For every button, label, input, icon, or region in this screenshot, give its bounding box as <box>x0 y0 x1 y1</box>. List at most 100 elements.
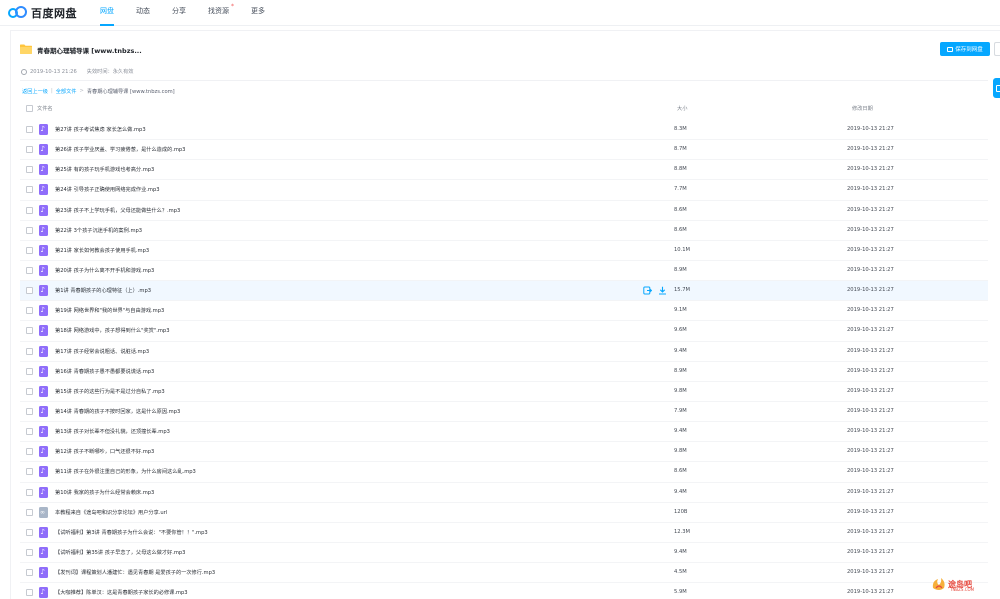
file-name[interactable]: 【试听福利】第35讲 孩子早恋了，父母这么做才好.mp3 <box>55 549 185 556</box>
row-checkbox[interactable] <box>26 528 33 536</box>
row-checkbox[interactable] <box>26 367 33 375</box>
logo[interactable]: 百度网盘 <box>8 4 77 22</box>
row-checkbox[interactable] <box>26 287 33 295</box>
row-checkbox[interactable] <box>26 307 33 315</box>
file-size: 8.3M <box>674 126 687 132</box>
file-row[interactable]: 第14讲 青春期的孩子不按时回家，这是什么原因.mp3 7.9M 2019-10-1… <box>20 402 988 423</box>
file-size: 9.8M <box>674 387 687 394</box>
row-checkbox[interactable] <box>26 206 33 214</box>
row-checkbox[interactable] <box>26 166 33 174</box>
file-row[interactable]: 【试听福利】第35讲 孩子早恋了，父母这么做才好.mp3 9.4M 2019-10-… <box>20 543 988 564</box>
file-row[interactable]: 第22讲 3个孩子沉迷手机的案例.mp3 8.6M 2019-10-13 21:27 <box>20 221 988 241</box>
row-checkbox[interactable] <box>26 448 33 456</box>
file-name[interactable]: 第13讲 孩子对长辈不但没礼貌，还顶撞长辈.mp3 <box>55 428 170 435</box>
row-checkbox[interactable] <box>26 146 33 154</box>
breadcrumb-back-link[interactable]: 返回上一级 <box>22 88 48 95</box>
file-size: 8.6M <box>674 226 687 233</box>
side-float-tab[interactable] <box>993 78 1000 98</box>
file-row[interactable]: 第10讲 我家的孩子为什么经常会赖床.mp3 9.4M 2019-10-13 21:… <box>20 483 988 503</box>
file-name[interactable]: 第26讲 孩子学业厌盖、学习疲倦葱，是什么造成的.mp3 <box>55 146 185 153</box>
audio-file-icon <box>39 446 48 458</box>
file-name[interactable]: 第21讲 家长如何教会孩子使用手机.mp3 <box>55 247 149 254</box>
file-name[interactable]: 第22讲 3个孩子沉迷手机的案例.mp3 <box>55 227 142 234</box>
file-name[interactable]: 本教程来自《途岛吧和识分享论坛》用户分享.url <box>55 509 167 516</box>
file-name[interactable]: 第25讲 有的孩子玩手机游戏也考高分.mp3 <box>55 166 154 173</box>
file-name[interactable]: 第23讲 孩子不上学玩手机，父母还能做些什么？.mp3 <box>55 207 180 214</box>
file-row[interactable]: 第15讲 孩子的这些行为是不是过分自私了.mp3 9.8M 2019-10-13 2… <box>20 382 988 402</box>
row-checkbox[interactable] <box>26 126 33 133</box>
file-name[interactable]: 第11讲 孩子在外很注重自己的形象，为什么房间这么乱.mp3 <box>55 468 196 475</box>
breadcrumb-all-files-link[interactable]: 全部文件 <box>56 88 77 95</box>
file-size: 5.9M <box>674 589 687 596</box>
watermark-icon <box>932 578 945 590</box>
file-row[interactable]: 第17讲 孩子经常会说粗话、说脏话.mp3 9.4M 2019-10-13 21:2… <box>20 342 988 362</box>
nav-item-activity[interactable]: 动态 <box>136 0 150 26</box>
column-header-date[interactable]: 修改日期 <box>852 105 873 112</box>
row-checkbox[interactable] <box>26 508 33 516</box>
row-checkbox[interactable] <box>26 266 33 274</box>
file-row[interactable]: 第16讲 青春期孩子愚不愚都要说谎话.mp3 8.9M 2019-10-13 21:… <box>20 362 988 382</box>
file-row[interactable]: 第18讲 网络游戏中，孩子想得到什么"奖赏".mp3 9.6M 2019-10-13… <box>20 321 988 342</box>
file-name[interactable]: 【试听福利】第3讲 青春期孩子为什么会说："不要你管！！".mp3 <box>55 529 208 536</box>
file-size: 15.7M <box>674 287 691 294</box>
file-name[interactable]: 【大咖推荐】陈单汉：这是青春期孩子家长的必修课.mp3 <box>55 589 188 596</box>
file-size: 8.6M <box>674 206 687 213</box>
file-row[interactable]: 第26讲 孩子学业厌盖、学习疲倦葱，是什么造成的.mp3 8.7M 2019-10-… <box>20 140 988 161</box>
more-options-button[interactable] <box>994 42 1000 56</box>
row-checkbox[interactable] <box>26 226 33 234</box>
row-checkbox[interactable] <box>26 327 33 335</box>
row-checkbox[interactable] <box>26 186 33 194</box>
row-checkbox[interactable] <box>26 548 33 556</box>
file-row[interactable]: 第21讲 家长如何教会孩子使用手机.mp3 10.1M 2019-10-13 21:… <box>20 241 988 261</box>
file-row[interactable]: 第12讲 孩子不断哪吵，口气还很不好.mp3 9.8M 2019-10-13 21:… <box>20 442 988 463</box>
save-to-disk-button[interactable]: 保存到网盘 <box>940 42 990 56</box>
column-header-size[interactable]: 大小 <box>677 105 687 112</box>
file-row[interactable]: 第25讲 有的孩子玩手机游戏也考高分.mp3 8.8M 2019-10-13 21:… <box>20 160 988 181</box>
row-checkbox[interactable] <box>26 468 33 476</box>
created-time: 2019-10-13 21:26 <box>30 68 77 75</box>
file-row[interactable]: 第19讲 网络世界和"我的世界"与自由游戏.mp3 9.1M 2019-10-13 … <box>20 301 988 322</box>
file-row[interactable]: 第1讲 青春期孩子的心理特征（上）.mp3 15.7M 2019-10-13 21:… <box>20 281 988 302</box>
row-checkbox[interactable] <box>26 488 33 496</box>
download-icon[interactable] <box>658 286 667 295</box>
file-row[interactable]: 第20讲 孩子为什么离不开手机和游戏.mp3 8.9M 2019-10-13 21:… <box>20 261 988 282</box>
file-name[interactable]: 第12讲 孩子不断哪吵，口气还很不好.mp3 <box>55 448 154 455</box>
file-name[interactable]: 第20讲 孩子为什么离不开手机和游戏.mp3 <box>55 267 154 274</box>
file-name[interactable]: 第17讲 孩子经常会说粗话、说脏话.mp3 <box>55 348 149 355</box>
file-row[interactable]: 【试听福利】第3讲 青春期孩子为什么会说："不要你管！！".mp3 12.3M 20… <box>20 523 988 543</box>
select-all-checkbox[interactable] <box>26 105 33 112</box>
row-checkbox[interactable] <box>26 407 33 415</box>
file-name[interactable]: 第1讲 青春期孩子的心理特征（上）.mp3 <box>55 287 151 294</box>
row-checkbox[interactable] <box>26 589 33 597</box>
file-name[interactable]: 第14讲 青春期的孩子不按时回家，这是什么原因.mp3 <box>55 408 180 415</box>
file-date: 2019-10-13 21:27 <box>847 166 894 173</box>
row-checkbox[interactable] <box>26 246 33 254</box>
file-row[interactable]: 第27讲 孩子考试焦虑 家长怎么做.mp3 8.3M 2019-10-13 21:2… <box>20 120 988 141</box>
file-row[interactable]: 第13讲 孩子对长辈不但没礼貌，还顶撞长辈.mp3 9.4M 2019-10-13 … <box>20 422 988 443</box>
file-row[interactable]: 【大咖推荐】陈单汉：这是青春期孩子家长的必修课.mp3 5.9M 2019-10-1… <box>20 583 988 599</box>
file-row[interactable]: 本教程来自《途岛吧和识分享论坛》用户分享.url 120B 2019-10-13 2… <box>20 503 988 523</box>
file-name[interactable]: 第24讲 引导孩子正确使用网络完成作业.mp3 <box>55 186 160 193</box>
row-checkbox[interactable] <box>26 387 33 395</box>
file-name[interactable]: 第16讲 青春期孩子愚不愚都要说谎话.mp3 <box>55 368 154 375</box>
file-name[interactable]: 【发刊词】课程策划人潘建忙：遇见青春期 是爱孩子的一次修行.mp3 <box>55 569 215 576</box>
nav-item-share[interactable]: 分享 <box>172 0 186 26</box>
file-name[interactable]: 第27讲 孩子考试焦虑 家长怎么做.mp3 <box>55 126 146 133</box>
file-name[interactable]: 第10讲 我家的孩子为什么经常会赖床.mp3 <box>55 489 154 496</box>
row-checkbox[interactable] <box>26 569 33 577</box>
file-name[interactable]: 第19讲 网络世界和"我的世界"与自由游戏.mp3 <box>55 307 164 314</box>
file-row[interactable]: 第11讲 孩子在外很注重自己的形象，为什么房间这么乱.mp3 8.6M 2019-1… <box>20 462 988 483</box>
row-checkbox[interactable] <box>26 347 33 355</box>
file-row[interactable]: 第24讲 引导孩子正确使用网络完成作业.mp3 7.7M 2019-10-13 21… <box>20 180 988 201</box>
nav-item-more[interactable]: 更多 <box>251 0 265 26</box>
file-name[interactable]: 第15讲 孩子的这些行为是不是过分自私了.mp3 <box>55 388 165 395</box>
nav-item-disk[interactable]: 网盘 <box>100 0 114 26</box>
nav-item-find-resources[interactable]: 找资源 * <box>208 0 234 26</box>
save-row-icon[interactable] <box>643 286 652 295</box>
column-header-name[interactable]: 文件名 <box>37 105 53 112</box>
file-row[interactable]: 【发刊词】课程策划人潘建忙：遇见青春期 是爱孩子的一次修行.mp3 4.5M 201… <box>20 563 988 584</box>
file-row[interactable]: 第23讲 孩子不上学玩手机，父母还能做些什么？.mp3 8.6M 2019-10-1… <box>20 201 988 221</box>
file-name[interactable]: 第18讲 网络游戏中，孩子想得到什么"奖赏".mp3 <box>55 327 170 334</box>
row-checkbox[interactable] <box>26 428 33 436</box>
breadcrumb: 返回上一级 | 全部文件 > 青春期心理辅导课 [www.tnbzs.com] <box>22 88 175 95</box>
